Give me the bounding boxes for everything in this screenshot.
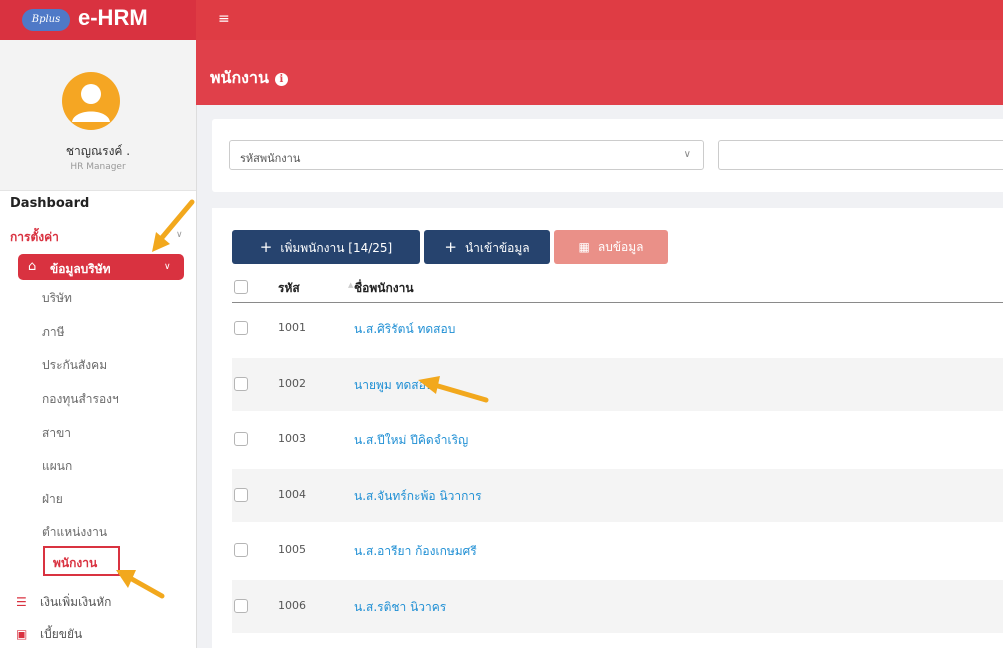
user-icon — [72, 84, 110, 122]
delete-data-button[interactable]: ▦ ลบข้อมูล — [554, 230, 668, 264]
brand-logo-badge: Bplus — [22, 9, 70, 31]
nav-company-group[interactable]: ⌂ ข้อมูลบริษัท ∨ — [18, 254, 184, 280]
column-header-code[interactable]: รหัส — [278, 279, 300, 298]
brand-name: e-HRM — [78, 5, 148, 30]
top-bar: ≡ — [196, 0, 1003, 40]
list-icon: ☰ — [16, 595, 27, 609]
nav-sub-provident-fund[interactable]: กองทุนสำรองฯ — [42, 390, 119, 409]
hamburger-icon[interactable]: ≡ — [218, 11, 230, 27]
add-employee-button[interactable]: + เพิ่มพนักงาน [14/25] — [232, 230, 420, 264]
user-panel: ชาญณรงค์ . HR Manager — [0, 40, 196, 191]
employee-name-link[interactable]: น.ส.ปีใหม่ ปีคิดจำเริญ — [354, 431, 468, 450]
home-icon: ⌂ — [28, 259, 37, 274]
nav-settings[interactable]: การตั้งค่า — [10, 228, 59, 247]
select-all-checkbox[interactable] — [234, 280, 248, 294]
row-checkbox[interactable] — [234, 432, 248, 446]
brand-bar[interactable]: Bplus e-HRM — [0, 0, 196, 40]
row-checkbox[interactable] — [234, 488, 248, 502]
nav-diligence-label: เบี้ยขยัน — [40, 627, 83, 641]
page-title-bar: พนักงาน i — [196, 40, 1003, 105]
table-row[interactable]: 1006 น.ส.รติชา นิวาคร — [232, 580, 1003, 633]
employee-code: 1003 — [278, 432, 306, 445]
nav-dashboard[interactable]: Dashboard — [10, 196, 89, 211]
nav-sub-division[interactable]: ฝ่าย — [42, 490, 63, 509]
sidebar: Bplus e-HRM ชาญณรงค์ . HR Manager Dashbo… — [0, 0, 197, 648]
user-name: ชาญณรงค์ . — [65, 144, 131, 158]
row-checkbox[interactable] — [234, 321, 248, 335]
table-row[interactable]: 1004 น.ส.จันทร์กะพ้อ นิวาการ — [232, 469, 1003, 522]
nav-extra-pay-label: เงินเพิ่มเงินหัก — [40, 595, 112, 609]
nav-sub-branch[interactable]: สาขา — [42, 424, 71, 443]
employee-name-link[interactable]: นายพูม ทดสอบ — [354, 376, 433, 395]
nav-sub-employee[interactable]: พนักงาน — [43, 546, 120, 576]
column-header-name[interactable]: ชื่อพนักงาน — [354, 279, 414, 298]
user-role: HR Manager — [70, 162, 126, 172]
employee-code: 1004 — [278, 488, 306, 501]
table-row[interactable]: 1001 น.ส.ศิริรัตน์ ทดสอบ — [232, 302, 1003, 355]
money-icon: ▣ — [16, 627, 28, 641]
employee-code: 1005 — [278, 543, 306, 556]
table-row[interactable]: 1003 น.ส.ปีใหม่ ปีคิดจำเริญ — [232, 413, 1003, 466]
nav-sub-position[interactable]: ตำแหน่งงาน — [42, 523, 107, 542]
annotation-arrow-icon — [152, 199, 195, 252]
nav-sub-social-security[interactable]: ประกันสังคม — [42, 356, 107, 375]
plus-icon: + — [259, 238, 273, 256]
row-checkbox[interactable] — [234, 599, 248, 613]
search-field-select[interactable]: รหัสพนักงาน ∨ — [229, 140, 704, 170]
chevron-down-icon: ∨ — [683, 149, 691, 160]
delete-data-label: ลบข้อมูล — [597, 240, 644, 254]
employee-table-card: + เพิ่มพนักงาน [14/25] + นำเข้าข้อมูล ▦ ลบข… — [212, 208, 1003, 648]
add-employee-label: เพิ่มพนักงาน [14/25] — [280, 241, 393, 255]
import-data-label: นำเข้าข้อมูล — [464, 241, 530, 255]
row-checkbox[interactable] — [234, 543, 248, 557]
page-title: พนักงาน — [210, 68, 269, 87]
nav-sub-company[interactable]: บริษัท — [42, 289, 72, 308]
table-row[interactable]: 1002 นายพูม ทดสอบ — [232, 358, 1003, 411]
table-header: รหัส ▲ ชื่อพนักงาน — [232, 270, 1003, 303]
filter-card: รหัสพนักงาน ∨ — [212, 119, 1003, 192]
nav-sub-tax[interactable]: ภาษี — [42, 323, 65, 342]
chevron-down-icon: ∨ — [164, 262, 171, 272]
trash-icon: ▦ — [578, 240, 590, 254]
employee-name-link[interactable]: น.ส.รติชา นิวาคร — [354, 598, 446, 617]
employee-code: 1006 — [278, 599, 306, 612]
employee-name-link[interactable]: น.ส.อารียา ก้องเกษมศรี — [354, 542, 477, 561]
employee-code: 1001 — [278, 321, 306, 334]
employee-code: 1002 — [278, 377, 306, 390]
info-icon[interactable]: i — [274, 73, 288, 86]
import-data-button[interactable]: + นำเข้าข้อมูล — [424, 230, 550, 264]
nav-sub-department[interactable]: แผนก — [42, 457, 72, 476]
nav-diligence[interactable]: ▣ เบี้ยขยัน — [16, 625, 82, 644]
search-input[interactable] — [718, 140, 1003, 170]
nav-company-group-label: ข้อมูลบริษัท — [50, 262, 111, 276]
plus-icon: + — [444, 238, 457, 256]
search-field-select-value: รหัสพนักงาน — [240, 152, 301, 165]
row-checkbox[interactable] — [234, 377, 248, 391]
nav-extra-pay[interactable]: ☰ เงินเพิ่มเงินหัก — [16, 593, 111, 612]
nav-sub-employee-label: พนักงาน — [53, 556, 98, 570]
sort-icon[interactable]: ▲ — [348, 281, 353, 289]
avatar[interactable] — [62, 72, 120, 130]
employee-name-link[interactable]: น.ส.ศิริรัตน์ ทดสอบ — [354, 320, 455, 339]
chevron-down-icon: ∨ — [176, 230, 183, 240]
employee-name-link[interactable]: น.ส.จันทร์กะพ้อ นิวาการ — [354, 487, 482, 506]
table-row[interactable]: 1005 น.ส.อารียา ก้องเกษมศรี — [232, 524, 1003, 577]
